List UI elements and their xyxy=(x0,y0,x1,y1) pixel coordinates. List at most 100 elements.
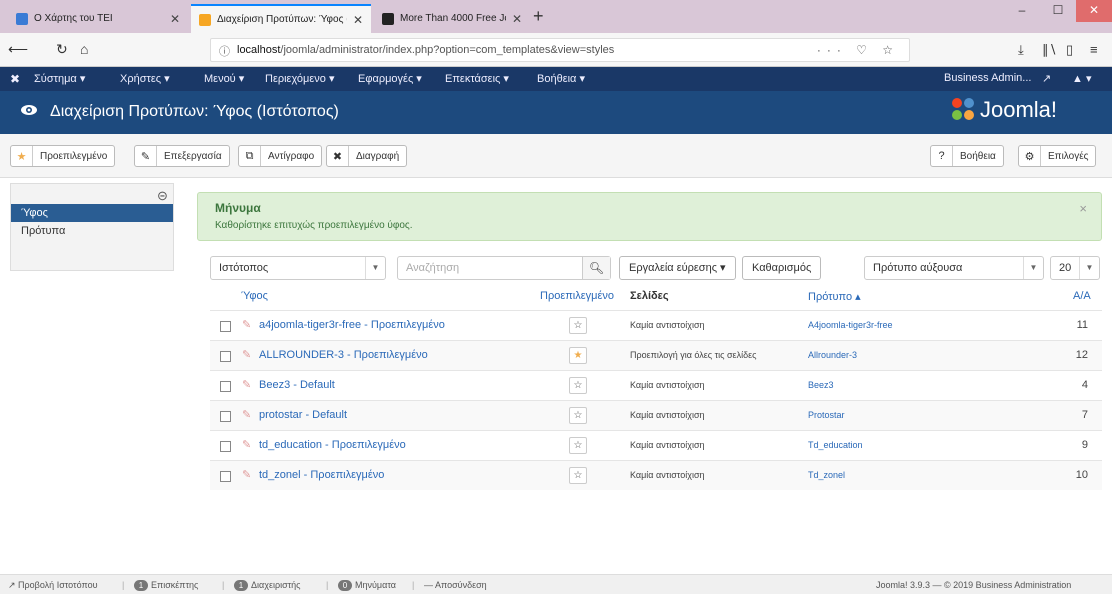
set-default-star-icon[interactable]: ☆ xyxy=(569,377,587,394)
close-window-button[interactable]: ✕ xyxy=(1076,0,1112,22)
style-link[interactable]: protostar - Default xyxy=(259,409,347,421)
home-icon[interactable]: ⌂ xyxy=(80,41,88,57)
client-select[interactable]: Ιστότοπος ▼ xyxy=(210,256,386,280)
id-cell: 12 xyxy=(1075,349,1088,361)
visitors-link[interactable]: 1 Επισκέπτης xyxy=(134,580,198,592)
reload-icon[interactable]: ↻ xyxy=(56,41,68,58)
template-link[interactable]: A4joomla-tiger3r-free xyxy=(808,320,893,330)
menu-content[interactable]: Περιεχόμενο ▾ xyxy=(265,72,335,85)
logout-link[interactable]: — Αποσύνδεση xyxy=(424,580,487,590)
sidebar-item-templates[interactable]: Πρότυπα xyxy=(11,222,173,240)
ordering-select[interactable]: Πρότυπο αύξουσα ▼ xyxy=(864,256,1044,280)
style-link[interactable]: Beez3 - Default xyxy=(259,379,335,391)
admin-menu-bar: ✖ Σύστημα ▾ Χρήστες ▾ Μενού ▾ Περιεχόμεν… xyxy=(0,67,1112,91)
help-icon: ? xyxy=(931,146,953,166)
column-id[interactable]: A/A xyxy=(1073,290,1091,302)
set-default-star-icon[interactable]: ☆ xyxy=(569,437,587,454)
template-link[interactable]: Allrounder-3 xyxy=(808,350,857,360)
row-checkbox[interactable] xyxy=(220,471,231,482)
menu-help[interactable]: Βοήθεια ▾ xyxy=(537,72,585,85)
column-default[interactable]: Προεπιλεγμένο xyxy=(540,290,614,302)
library-icon[interactable]: ∥∖ xyxy=(1042,42,1057,58)
close-tab-icon[interactable]: ✕ xyxy=(353,13,363,27)
search-icon[interactable]: 🔍︎ xyxy=(582,257,610,279)
page-actions-icon[interactable]: ··· ♡ ☆ xyxy=(817,43,899,57)
joomla-logo: Joomla! xyxy=(950,97,1057,123)
set-default-star-icon[interactable]: ☆ xyxy=(569,407,587,424)
row-checkbox[interactable] xyxy=(220,381,231,392)
table-row: ✎ td_education - Προεπιλεγμένο ☆ Καμία α… xyxy=(210,430,1102,460)
menu-system[interactable]: Σύστημα ▾ xyxy=(34,72,85,85)
joomla-logo-icon[interactable]: ✖ xyxy=(10,72,20,86)
browser-tab-strip: Ο Χάρτης του ΤΕΙ ✕ Διαχείριση Προτύπων: … xyxy=(0,0,1112,33)
column-style[interactable]: Ύφος xyxy=(241,290,268,302)
menu-menus[interactable]: Μενού ▾ xyxy=(204,72,244,85)
site-name-link[interactable]: Business Admin... xyxy=(944,72,1031,84)
message-heading: Μήνυμα xyxy=(215,201,261,215)
limit-select[interactable]: 20 ▼ xyxy=(1050,256,1100,280)
chevron-down-icon: ▼ xyxy=(1023,257,1043,279)
copy-button[interactable]: ⧉ Αντίγραφο xyxy=(238,145,323,167)
style-link[interactable]: td_zonel - Προεπιλεγμένο xyxy=(259,469,384,481)
style-link[interactable]: td_education - Προεπιλεγμένο xyxy=(259,439,406,451)
template-link[interactable]: Beez3 xyxy=(808,380,834,390)
menu-icon[interactable]: ≡ xyxy=(1090,42,1098,57)
menu-extensions[interactable]: Επεκτάσεις ▾ xyxy=(445,72,509,85)
gear-icon: ⚙ xyxy=(1019,146,1041,166)
delete-button[interactable]: ✖ Διαγραφή xyxy=(326,145,408,167)
minimize-button[interactable]: – xyxy=(1004,0,1040,22)
column-template[interactable]: Πρότυπο ▴ xyxy=(808,290,861,303)
row-checkbox[interactable] xyxy=(220,321,231,332)
clear-button[interactable]: Καθαρισμός xyxy=(742,256,822,280)
info-icon[interactable]: ⓘ xyxy=(219,43,230,59)
new-tab-button[interactable]: + xyxy=(533,6,544,27)
style-link[interactable]: ALLROUNDER-3 - Προεπιλεγμένο xyxy=(259,349,428,361)
row-checkbox[interactable] xyxy=(220,411,231,422)
default-star-icon[interactable]: ★ xyxy=(569,347,587,364)
set-default-star-icon[interactable]: ☆ xyxy=(569,317,587,334)
style-link[interactable]: a4joomla-tiger3r-free - Προεπιλεγμένο xyxy=(259,319,445,331)
menu-components[interactable]: Εφαρμογές ▾ xyxy=(358,72,422,85)
close-message-button[interactable]: × xyxy=(1079,201,1087,216)
template-link[interactable]: Td_education xyxy=(808,440,863,450)
maximize-button[interactable]: ☐ xyxy=(1040,0,1076,22)
download-icon[interactable]: ⤓ xyxy=(1018,42,1024,58)
browser-tab[interactable]: Ο Χάρτης του ΤΕΙ ✕ xyxy=(8,4,188,33)
row-checkbox[interactable] xyxy=(220,351,231,362)
edit-button[interactable]: ✎ Επεξεργασία xyxy=(134,145,230,167)
sidebar-item-styles[interactable]: Ύφος xyxy=(11,204,173,222)
browser-tab[interactable]: More Than 4000 Free Joomla ✕ xyxy=(374,4,530,33)
filter-bar: Ιστότοπος ▼ Αναζήτηση 🔍︎ Εργαλεία εύρεση… xyxy=(0,256,1112,280)
search-input[interactable]: Αναζήτηση 🔍︎ xyxy=(397,256,611,280)
search-tools-button[interactable]: Εργαλεία εύρεσης ▾ xyxy=(619,256,736,280)
sidebar-icon[interactable]: ▯ xyxy=(1066,42,1073,58)
external-link-icon[interactable]: ↗ xyxy=(1042,72,1051,85)
browser-tab-active[interactable]: Διαχείριση Προτύπων: Ύφος ( ✕ xyxy=(191,4,371,33)
template-link[interactable]: Td_zonel xyxy=(808,470,845,480)
site-favicon-icon xyxy=(16,12,28,25)
pages-cell: Καμία αντιστοίχιση xyxy=(630,410,705,420)
set-default-star-icon[interactable]: ☆ xyxy=(569,467,587,484)
address-bar[interactable]: ⓘ localhost/joomla/administrator/index.p… xyxy=(210,38,910,62)
divider: | xyxy=(326,580,329,590)
back-arrow-icon[interactable]: ⟵ xyxy=(8,41,28,58)
toolbar: ★ Προεπιλεγμένο ✎ Επεξεργασία ⧉ Αντίγραφ… xyxy=(0,134,1112,178)
help-button[interactable]: ? Βοήθεια xyxy=(930,145,1004,167)
row-checkbox[interactable] xyxy=(220,441,231,452)
menu-users[interactable]: Χρήστες ▾ xyxy=(120,72,170,85)
admins-link[interactable]: 1 Διαχειριστής xyxy=(234,580,301,592)
collapse-sidebar-icon[interactable]: ⊝ xyxy=(157,188,168,204)
view-site-link[interactable]: ↗ Προβολή Ιστοτόπου xyxy=(8,580,98,591)
default-button[interactable]: ★ Προεπιλεγμένο xyxy=(10,145,116,167)
options-button[interactable]: ⚙ Επιλογές xyxy=(1018,145,1097,167)
messages-link[interactable]: 0 Μηνύματα xyxy=(338,580,396,592)
chevron-down-icon: ▼ xyxy=(1079,257,1099,279)
pages-cell: Καμία αντιστοίχιση xyxy=(630,380,705,390)
table-header: Ύφος Προεπιλεγμένο Σελίδες Πρότυπο ▴ A/A xyxy=(0,290,1112,310)
id-cell: 7 xyxy=(1081,409,1088,421)
close-tab-icon[interactable]: ✕ xyxy=(170,12,180,26)
close-tab-icon[interactable]: ✕ xyxy=(512,12,522,26)
user-menu-icon[interactable]: ▲ ▾ xyxy=(1072,72,1091,85)
divider: | xyxy=(222,580,225,590)
template-link[interactable]: Protostar xyxy=(808,410,845,420)
